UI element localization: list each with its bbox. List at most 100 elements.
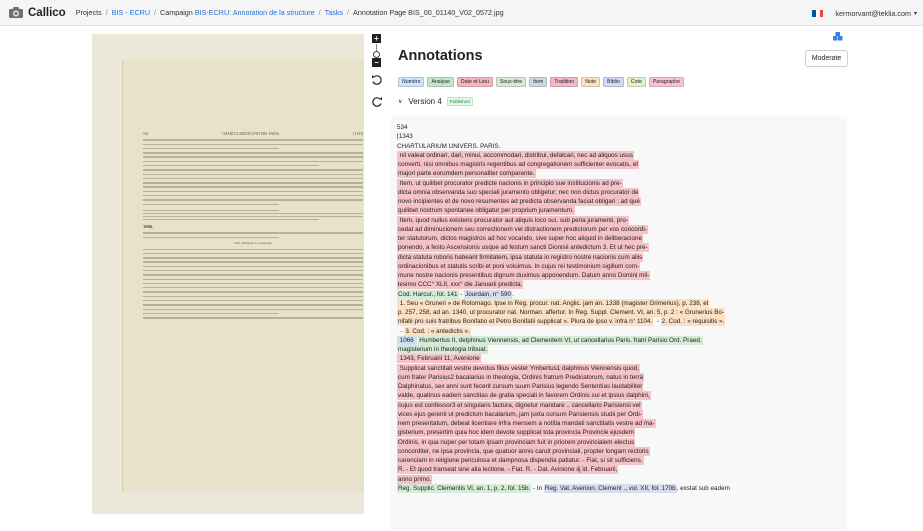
annotation-note[interactable]: 1. Seu « Gruneri » de Rotomago. Ipse in … [397,298,710,308]
annotation-paragraphe[interactable]: nil valeat ordinari, dari, minui, accomm… [397,150,634,160]
annotation-paragraphe[interactable]: Dalphinatus, sex anni sunt fecerit cursu… [397,382,644,391]
page-header: 534 CHARTULARIUM UNIVERS. PARIS. [1343] [143,132,363,136]
transcription-text: - [653,318,661,326]
french-flag-icon[interactable] [812,9,824,17]
transcription-line: Reg. Supplic. Clementis VI, an. 1, p. 2,… [397,483,840,493]
page-entry-text [143,248,363,315]
annotation-paragraphe[interactable]: converti, nisi omnibus magistris regenti… [397,160,639,169]
tag-analyse[interactable]: Analyse [427,77,454,87]
annotation-paragraphe[interactable]: lesimo CCC° XLII, xxx° die Januarii pred… [397,280,524,290]
annotation-paragraphe[interactable]: cujus est confessor3 et singularis factu… [397,400,642,410]
annotation-paragraphe[interactable]: ordinacionibus et statutis scribi et pon… [397,261,641,271]
version-toggle[interactable]: ∨ Version 4 Published [398,97,473,106]
tag-tradition[interactable]: Tradition [550,77,579,87]
tag-paragraphe[interactable]: Paragraphe [648,77,684,87]
page-bottom-reference [143,317,363,319]
annotation-paragraphe[interactable]: cum frater Parisius2 bacalarius in theol… [397,372,644,382]
user-menu[interactable]: kermorvant@teklia.com [835,9,911,18]
annotation-paragraphe[interactable]: cedat ad diminucionem seu correctionem v… [397,224,648,234]
annotation-note[interactable]: p. 257, 258, ad an. 1340, ut procurator … [397,308,726,317]
transcription-line: carenciam in religione periculosa et dam… [397,456,840,465]
rotate-right-icon[interactable] [370,95,384,109]
transcription-line: ter statutorum, dictos magistros ad hoc … [397,234,840,243]
annotation-note[interactable]: 2. Cod. : « requisitis ». [660,317,726,327]
zoom-slider-handle[interactable] [373,51,380,58]
transcription-line: Item, ut quilibet procurator predicte na… [397,178,840,188]
status-badge: Published [446,97,473,106]
annotation-paragraphe[interactable]: vices ejus gerenti ut predictum bacalari… [397,409,643,419]
transcription-line: lesimo CCC° XLII, xxx° die Januarii pred… [397,280,840,290]
annotation-cote[interactable]: Cod. Harcur., fol. 141 [397,289,459,299]
annotation-biblio[interactable]: Jourdain, n° 590 [464,289,513,299]
breadcrumb-project[interactable]: BIS - ECRU [112,8,150,17]
transcription-line: Dalphinatus, sex anni sunt fecerit cursu… [397,382,840,391]
annotation-biblio[interactable]: Reg. Vat. Avenion. Clement ., vol. XII, … [543,483,677,493]
transcription-line: gisterium, presertim quia hoc idem devot… [397,428,840,438]
annotation-paragraphe[interactable]: anno primo. [397,474,433,484]
breadcrumb-separator: / [347,8,350,17]
transcription-line: nem presentatum, debeat licentiare infra… [397,419,840,428]
breadcrumb-campaign[interactable]: BIS-ECRU: Annotation de la structure [195,8,315,17]
transcription-line: ordinacionibus et statutis scribi et pon… [397,261,840,271]
annotation-paragraphe[interactable]: mune nostre nacionis presentibus dignum … [397,271,651,280]
annotation-titre[interactable]: magisterium in theologia tribuat. [397,345,489,354]
annotation-paragraphe[interactable]: valde, quatinus eadem sanctitas de grati… [397,391,651,401]
page-running-title: CHARTULARIUM UNIVERS. PARIS. [222,132,280,136]
annotation-numero[interactable]: 1066 [397,335,417,345]
annotation-paragraphe[interactable]: ter statutorum, dictos magistros ad hoc … [397,234,643,243]
transcription-line: anno primo. [397,474,840,484]
annotation-paragraphe[interactable]: ponendo, a festo Ascensionis usque ad fe… [397,243,649,253]
breadcrumb-projects[interactable]: Projects [76,8,102,17]
tag-cote[interactable]: Cote [626,77,646,87]
annotation-titre[interactable]: Humbertus II, delphinus Viennensis, ad C… [418,335,703,345]
chevron-down-icon[interactable]: ▾ [914,10,917,17]
annotation-paragraphe[interactable]: dicta statuta roboris habeant firmitatem… [397,252,644,262]
tag-item[interactable]: Item [529,77,548,87]
breadcrumb-current-page: Annotation Page BIS_00_01140_V02_0572.jp… [353,8,504,17]
transcription-line: cedat ad diminucionem seu correctionem v… [397,224,840,234]
tag-sous-titre[interactable]: Sous-titre [495,77,527,87]
annotation-paragraphe[interactable]: novo incipientes et de novo resumentes a… [397,197,641,206]
page-entry-analysis [143,232,363,239]
annotation-paragraphe[interactable]: majori parte eorumdem personaliter compa… [397,169,536,179]
annotation-paragraphe[interactable]: Item, quod nullus existens procurator au… [397,215,629,225]
annotation-paragraphe[interactable]: Ordinis, in qua nuper per totam ipsam pr… [397,437,636,447]
page-title: Annotations [398,48,483,64]
annotation-cote[interactable]: Reg. Supplic. Clementis VI, an. 1, p. 2,… [397,483,532,493]
transcription-text: - In [531,484,544,492]
annotation-paragraphe[interactable]: Supplicat sanctitati vestre devotus fili… [397,363,640,373]
annotation-paragraphe[interactable]: Item, ut quilibet procurator predicte na… [397,178,623,188]
transcription-line: converti, nisi omnibus magistris regenti… [397,160,840,169]
tag-numero[interactable]: Numéro [398,77,425,87]
callico-logo-icon [9,7,23,18]
transcription-text: . [512,290,514,298]
transcription-line: p. 257, 258, ad an. 1340, ut procurator … [397,308,840,317]
annotation-paragraphe[interactable]: concorditer, ne ipsa provincia, que quat… [397,446,650,456]
transcription-line: ponendo, a festo Ascensionis usque ad fe… [397,243,840,253]
transcription-line: novo incipientes et de novo resumentes a… [397,197,840,206]
annotation-paragraphe[interactable]: nem presentatum, debeat licentiare infra… [397,419,656,428]
image-viewer[interactable]: 534 CHARTULARIUM UNIVERS. PARIS. [1343] … [92,34,364,514]
annotation-paragraphe[interactable]: gisterium, presertim quia hoc idem devot… [397,428,635,438]
tag-biblio[interactable]: Biblio [603,77,624,87]
annotation-paragraphe[interactable]: quilibet nostrum spontanee obligatur per… [397,206,575,216]
breadcrumb-tasks[interactable]: Tasks [325,8,343,17]
annotation-paragraphe[interactable]: carenciam in religione periculosa et dam… [397,456,644,465]
zoom-in-button[interactable]: + [372,34,381,43]
rotate-left-icon[interactable] [370,73,384,87]
moderate-button[interactable]: Moderate [805,50,848,67]
tag-date-et-lieu[interactable]: Date et Lieu [456,77,493,87]
annotation-note[interactable]: 3. Cod. : « antedictis ». [404,326,471,336]
annotation-paragraphe[interactable]: 1343, Februarii 11, Avenione [397,354,481,364]
transcription-text: CHARTULARIUM UNIVERS. PARIS. [397,142,501,150]
annotation-paragraphe[interactable]: R. - Et quod transeat sine alia lectione… [397,465,619,475]
zoom-out-button[interactable]: − [372,58,381,67]
tag-note[interactable]: Note [581,77,601,87]
annotation-note[interactable]: nifatii pro suis fratribus Bonifatio et … [397,317,654,327]
chevron-down-icon: ∨ [398,99,403,105]
transcription-line: 1343, Februarii 11, Avenione [397,354,840,364]
annotation-paragraphe[interactable]: dicta omnia observanda suo speciali jura… [397,187,640,197]
cubes-icon[interactable] [832,32,844,42]
brand[interactable]: Callico [8,6,66,19]
transcription-text: 534 [397,124,408,131]
